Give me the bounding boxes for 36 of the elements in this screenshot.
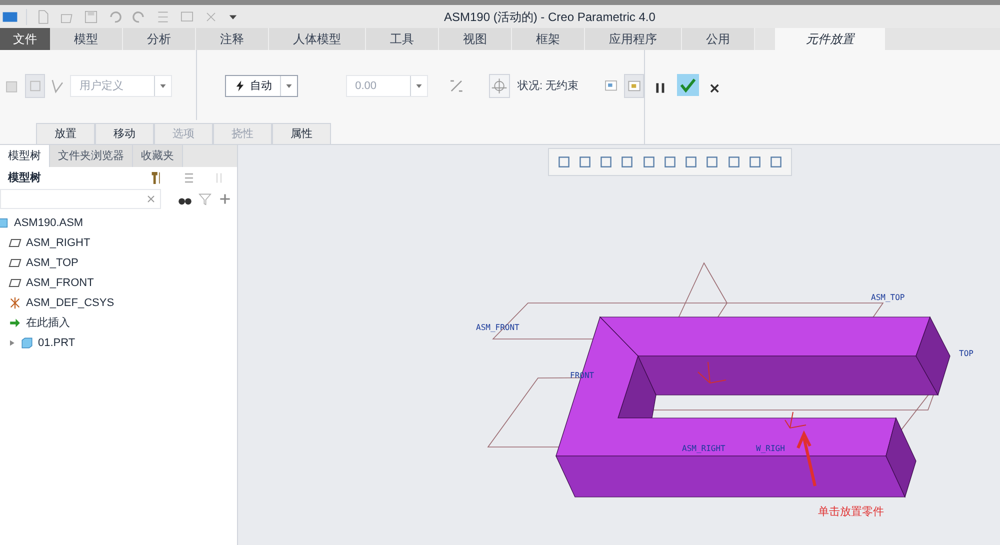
tree-item[interactable]: ASM_RIGHT bbox=[26, 234, 90, 252]
ribbon-tab[interactable]: 注释 bbox=[196, 28, 269, 50]
ribbon-tab[interactable]: 工具 bbox=[366, 28, 439, 50]
datum-label: ASM_RIGHT bbox=[682, 444, 726, 453]
datum-label: TOP bbox=[959, 349, 974, 358]
tree-item[interactable]: ASM_FRONT bbox=[26, 274, 94, 292]
annotation-text: 单击放置零件 bbox=[818, 506, 884, 518]
tree-item[interactable]: 在此插入 bbox=[26, 314, 70, 332]
tree-item[interactable]: ASM_TOP bbox=[26, 254, 78, 272]
ribbon-tab[interactable]: 公用 bbox=[682, 28, 755, 50]
navigator-tab[interactable]: 模型树 bbox=[0, 145, 50, 167]
tree-item[interactable]: ASM_DEF_CSYS bbox=[26, 294, 114, 312]
status-text: 状况: 无约束 bbox=[518, 78, 579, 94]
ribbon-tab[interactable]: 模型 bbox=[50, 28, 123, 50]
panel-tab[interactable]: 属性 bbox=[272, 123, 331, 144]
ribbon-tab[interactable]: 视图 bbox=[439, 28, 512, 50]
ribbon-tab[interactable]: 应用程序 bbox=[585, 28, 682, 50]
panel-tab[interactable]: 移动 bbox=[95, 123, 154, 144]
panel-title: 模型树 bbox=[8, 170, 42, 186]
navigator-tab[interactable]: 收藏夹 bbox=[133, 145, 183, 167]
datum-label: ASM_TOP bbox=[871, 293, 905, 302]
ribbon-tab[interactable]: 文件 bbox=[0, 28, 50, 50]
ribbon-tab[interactable]: 框架 bbox=[512, 28, 585, 50]
panel-tab[interactable]: 放置 bbox=[36, 123, 95, 144]
constraint-type-dropdown[interactable]: 自动 bbox=[225, 75, 298, 97]
datum-label: W_RIGH bbox=[756, 444, 785, 453]
ribbon-tab[interactable]: 分析 bbox=[123, 28, 196, 50]
window-title: ASM190 (活动的) - Creo Parametric 4.0 bbox=[444, 8, 656, 26]
dropdown-value: 自动 bbox=[250, 78, 272, 94]
ribbon-tab[interactable]: 人体模型 bbox=[269, 28, 366, 50]
tree-item[interactable]: 01.PRT bbox=[38, 334, 76, 352]
dropdown-value: 用户定义 bbox=[79, 78, 124, 94]
ribbon-tab[interactable]: 元件放置 bbox=[775, 28, 885, 50]
tree-item[interactable]: ASM190.ASM bbox=[14, 214, 84, 232]
navigator-tab[interactable]: 文件夹浏览器 bbox=[50, 145, 133, 167]
dropdown-value: 0.00 bbox=[355, 78, 377, 94]
